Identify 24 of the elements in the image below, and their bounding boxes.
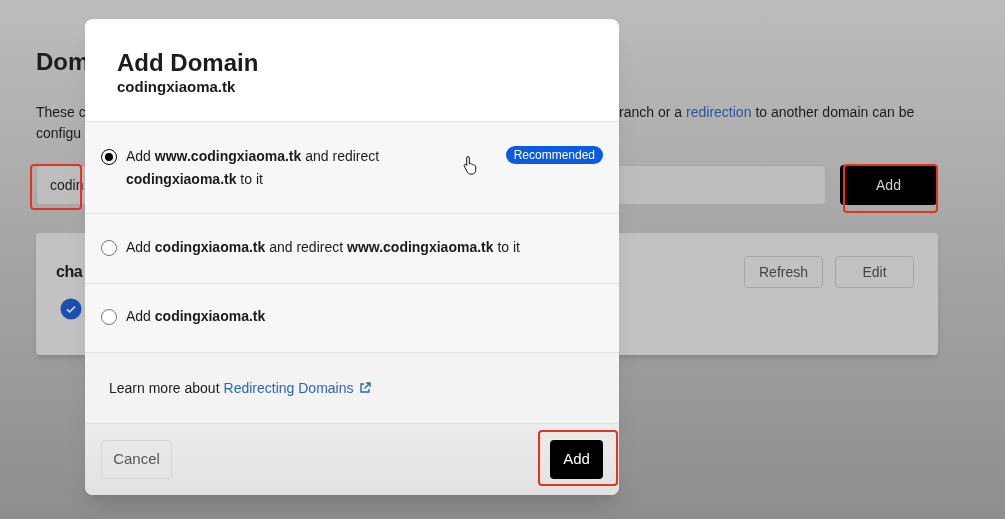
recommended-badge: Recommended	[505, 146, 603, 164]
option-label: Add codingxiaoma.tk and redirect www.codingxiaoma.tk to it	[126, 237, 520, 257]
radio-button[interactable]	[101, 309, 117, 325]
learn-more-text: Learn more about	[109, 378, 220, 398]
radio-button[interactable]	[101, 149, 117, 165]
description-text: to another domain can be	[755, 103, 915, 122]
pointer-cursor-icon	[463, 155, 479, 175]
description-text: These c	[36, 104, 86, 120]
redirecting-domains-link[interactable]: Redirecting Domains	[223, 377, 354, 399]
dialog-subtitle: codingxiaoma.tk	[117, 77, 237, 97]
option-label: Add www.codingxiaoma.tk and redirect codingxiaoma.tk to it	[126, 147, 381, 189]
radio-button[interactable]	[101, 239, 117, 256]
add-button[interactable]: Add	[840, 165, 937, 205]
description-text: configu	[36, 125, 82, 141]
option-label: Add codingxiaoma.tk	[126, 307, 266, 326]
dialog-title: Add Domain	[117, 49, 260, 77]
description-text: ranch or a	[619, 103, 683, 122]
external-link-icon	[359, 382, 372, 394]
edit-button[interactable]: Edit	[835, 256, 914, 288]
add-button[interactable]: Add	[550, 440, 603, 479]
cancel-button[interactable]: Cancel	[101, 440, 172, 479]
refresh-button[interactable]: Refresh	[744, 256, 823, 288]
card-title: cha	[56, 262, 83, 282]
redirection-link[interactable]: redirection	[686, 102, 752, 123]
